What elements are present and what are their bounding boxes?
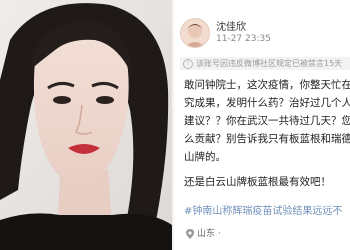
avatar-image [181,19,209,47]
location-pin-icon [186,228,194,239]
info-icon: ! [183,58,193,69]
post-text-line-1: 敢问钟院士，这次疫情，你整天忙在 [184,79,350,91]
portrait-photo [0,0,172,250]
post-text-line-5: 山牌的。 [184,151,226,163]
post-text-line-2: 究成果，发明什么药？治好过几个人 [184,97,350,109]
avatar[interactable] [180,18,210,48]
weibo-post-panel: 沈佳欣 11-27 23:35 ! 该账号因违反微博社区规定已被禁言15天 敢问钟… [174,0,350,250]
ban-notice-text: 该账号因违反微博社区规定已被禁言15天 [196,59,343,68]
post-text-line-3: 建议？？你在武汉一共待过几天？您 [184,115,350,127]
username[interactable]: 沈佳欣 [216,18,246,33]
post-text-line-6: 还是白云山牌板蓝根最有效吧！ [184,176,331,188]
hashtag-link[interactable]: #钟南山称辉瑞疫苗试验结果远远不 [184,202,342,217]
post-text-line-4: 么贡献？别告诉我只有板蓝根和瑞德 [184,133,350,145]
post-location[interactable]: 山东 · [186,226,221,239]
location-label: 山东 · [197,229,221,239]
post-timestamp: 11-27 23:35 [216,34,271,44]
portrait-illustration [0,0,172,250]
ban-notice-banner: ! 该账号因违反微博社区规定已被禁言15天 [180,57,350,70]
